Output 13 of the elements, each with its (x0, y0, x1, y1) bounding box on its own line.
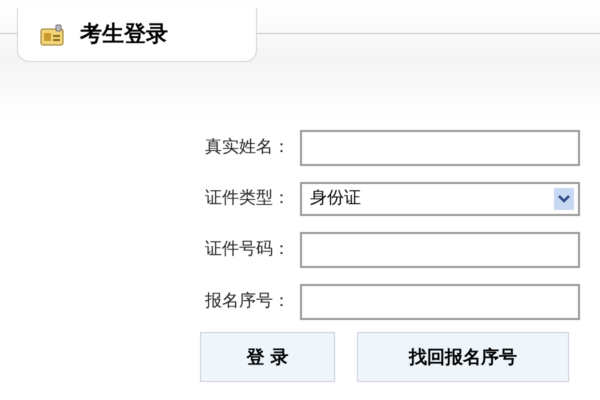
field-label: 报名序号： (204, 290, 290, 314)
id-card-icon (40, 24, 64, 46)
chevron-down-icon (554, 188, 574, 210)
recover-button[interactable]: 找回报名序号 (357, 332, 569, 382)
input-field[interactable] (300, 284, 580, 320)
field-label: 真实姓名： (204, 136, 290, 160)
input-field[interactable] (300, 232, 580, 268)
field-label: 证件号码： (204, 238, 290, 262)
dropdown[interactable]: 身份证 (300, 182, 580, 216)
login-button[interactable]: 登 录 (200, 332, 335, 382)
field-label: 证件类型： (204, 187, 290, 210)
tab-title: 考生登录 (80, 21, 168, 49)
input-field[interactable] (300, 130, 580, 166)
